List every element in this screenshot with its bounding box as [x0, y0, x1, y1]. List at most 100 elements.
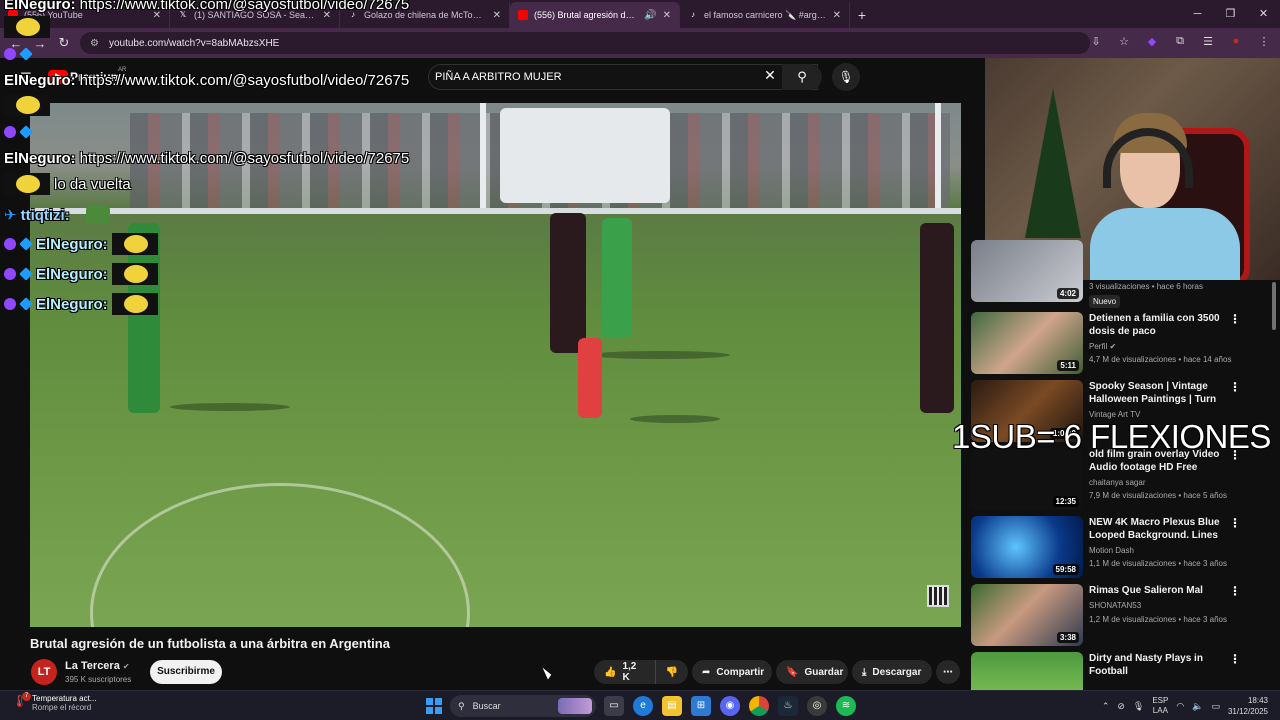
channel-name[interactable]: Perfil ✔	[1089, 342, 1116, 351]
channel-name[interactable]: Motion Dash	[1089, 546, 1134, 555]
video-thumbnail[interactable]	[971, 652, 1083, 690]
file-explorer-icon[interactable]: ▤	[662, 696, 682, 716]
recommendation-item[interactable]: Dirty and Nasty Plays in Football ⋮	[971, 652, 1271, 690]
spotify-icon[interactable]: ≋	[836, 696, 856, 716]
subscriber-count: 395 K suscriptores	[65, 675, 132, 684]
more-options-icon[interactable]: ⋮	[1229, 584, 1241, 598]
video-title[interactable]: Dirty and Nasty Plays in Football	[1089, 652, 1235, 678]
ellipsis-icon: ⋯	[943, 666, 953, 678]
tab-tiktok-carnicero[interactable]: ♪ el famoso carnicero 🔪 #argen ✕	[680, 2, 850, 28]
tab-x-search[interactable]: 𝕏 (1) SANTIAGO SOSA - Search / ✕	[170, 2, 340, 28]
new-tab-button[interactable]: +	[850, 2, 874, 28]
hamburger-menu-icon[interactable]: ☰	[14, 70, 38, 86]
obs-icon[interactable]: ◎	[807, 696, 827, 716]
video-player[interactable]	[30, 103, 961, 627]
bookmark-star-icon[interactable]: ☆	[1116, 35, 1132, 48]
chrome-icon[interactable]	[749, 696, 769, 716]
video-duration: 12:35	[1052, 496, 1079, 507]
tab-tiktok-golazo[interactable]: ♪ Golazo de chilena de McTomin ✕	[340, 2, 510, 28]
show-hidden-icons-icon[interactable]: ⌃	[1102, 701, 1110, 712]
close-icon[interactable]: ✕	[833, 10, 841, 21]
install-app-icon[interactable]: ⇩	[1088, 35, 1104, 48]
speaker-icon[interactable]: 🔊	[644, 10, 656, 21]
more-options-icon[interactable]: ⋮	[1229, 652, 1241, 666]
close-icon[interactable]: ✕	[323, 10, 331, 21]
search-input[interactable]: PIÑA A ARBITRO MUJER	[428, 64, 818, 90]
edge-icon[interactable]: e	[633, 696, 653, 716]
video-thumbnail[interactable]: 59:58	[971, 516, 1083, 578]
battery-icon[interactable]: ▭	[1211, 701, 1220, 712]
reload-icon[interactable]: ↻	[52, 35, 76, 51]
video-title[interactable]: NEW 4K Macro Plexus Blue Looped Backgrou…	[1089, 516, 1235, 542]
channel-name[interactable]: SHONATAN53	[1089, 601, 1141, 610]
channel-avatar[interactable]: LT	[31, 659, 57, 685]
recommendation-item[interactable]: 59:58 NEW 4K Macro Plexus Blue Looped Ba…	[971, 516, 1271, 578]
microsoft-store-icon[interactable]: ⊞	[691, 696, 711, 716]
weather-text: Temperatura act... Rompe el récord	[32, 694, 96, 712]
close-icon[interactable]: ✕	[663, 10, 671, 21]
tab-youtube-home[interactable]: (556) YouTube ✕	[0, 2, 170, 28]
more-options-icon[interactable]: ⋮	[1229, 516, 1241, 530]
minimize-icon[interactable]: ─	[1181, 0, 1214, 28]
reading-list-icon[interactable]: ☰	[1200, 35, 1216, 48]
steam-icon[interactable]: ♨	[778, 696, 798, 716]
profile-avatar-icon[interactable]: ●	[1228, 35, 1244, 48]
microphone-tray-icon[interactable]: 🎙	[1133, 701, 1144, 712]
browser-menu-icon[interactable]: ⋮	[1256, 35, 1272, 48]
forward-icon[interactable]: →	[28, 36, 52, 51]
more-options-icon[interactable]: ⋮	[1229, 312, 1241, 326]
video-title[interactable]: Rimas Que Salieron Mal	[1089, 584, 1235, 597]
wifi-icon[interactable]: ◠	[1176, 701, 1184, 712]
extension-twitch-icon[interactable]: ◆	[1144, 35, 1160, 48]
channel-name[interactable]: La Tercera ✔	[65, 660, 130, 672]
more-options-icon[interactable]: ⋮	[1229, 380, 1241, 394]
video-thumbnail[interactable]: 4:02	[971, 240, 1083, 302]
url-field[interactable]: ⚙ youtube.com/watch?v=8abMAbzsXHE	[80, 32, 1090, 54]
system-clock[interactable]: 18:43 31/12/2025	[1228, 695, 1268, 717]
subscribe-button[interactable]: Suscribirme	[150, 660, 222, 684]
search-button[interactable]: ⚲	[782, 64, 822, 90]
close-icon[interactable]: ✕	[153, 10, 161, 21]
recommendation-item[interactable]: 4:02 3 visualizaciones • hace 6 horas Nu…	[971, 240, 1271, 308]
network-off-icon[interactable]: ⊘	[1117, 701, 1125, 712]
x-icon: 𝕏	[179, 10, 187, 19]
voice-search-button[interactable]: 🎙	[832, 63, 860, 91]
save-button[interactable]: 🔖 Guardar	[776, 660, 848, 684]
close-window-icon[interactable]: ✕	[1247, 0, 1280, 28]
video-frame-player	[550, 213, 586, 353]
taskbar-search-input[interactable]: ⚲ Buscar	[450, 695, 596, 717]
recommendation-item[interactable]: 12:35 old film grain overlay Video Audio…	[971, 448, 1271, 510]
site-info-icon[interactable]: ⚙	[90, 38, 99, 49]
video-thumbnail[interactable]: 3:38	[971, 584, 1083, 646]
maximize-icon[interactable]: ❐	[1214, 0, 1247, 28]
video-title[interactable]: Detienen a familia con 3500 dosis de pac…	[1089, 312, 1235, 338]
subscriber-badge-icon	[4, 126, 16, 138]
recommendation-item[interactable]: 3:38 Rimas Que Salieron Mal SHONATAN53 1…	[971, 584, 1271, 646]
extensions-puzzle-icon[interactable]: ⧉	[1172, 35, 1188, 48]
dislike-button[interactable]: 👎	[656, 667, 688, 678]
more-actions-button[interactable]: ⋯	[936, 660, 960, 684]
close-icon[interactable]: ✕	[493, 10, 501, 21]
window-controls: ─ ❐ ✕	[1181, 0, 1280, 28]
recommendation-item[interactable]: 5:11 Detienen a familia con 3500 dosis d…	[971, 312, 1271, 374]
windows-start-icon[interactable]	[426, 698, 442, 714]
task-view-icon[interactable]: ▭	[604, 696, 624, 716]
volume-icon[interactable]: 🔈	[1192, 701, 1203, 712]
youtube-logo-icon[interactable]	[48, 70, 68, 84]
like-button[interactable]: 👍 1,2 K	[594, 660, 656, 684]
video-thumbnail[interactable]: 5:11	[971, 312, 1083, 374]
video-frame-player	[920, 223, 954, 413]
recommendations-scrollbar[interactable]	[1272, 282, 1276, 330]
video-thumbnail[interactable]: 12:35	[971, 448, 1083, 510]
back-icon[interactable]: ←	[4, 36, 28, 51]
share-button[interactable]: ➦ Compartir	[692, 660, 772, 684]
language-indicator[interactable]: ESP LAA	[1152, 696, 1168, 716]
video-title[interactable]: Spooky Season | Vintage Halloween Painti…	[1089, 380, 1235, 406]
clear-search-icon[interactable]: ✕	[762, 67, 778, 84]
tab-youtube-video[interactable]: (556) Brutal agresión de un 🔊 ✕	[510, 2, 680, 28]
channel-name[interactable]: chaitanya sagar	[1089, 478, 1145, 487]
new-badge: Nuevo	[1089, 295, 1121, 308]
weather-widget[interactable]: 🌡 7 Temperatura act... Rompe el récord	[12, 692, 96, 712]
discord-icon[interactable]: ◉	[720, 696, 740, 716]
download-button[interactable]: ⤓ Descargar	[852, 660, 932, 684]
